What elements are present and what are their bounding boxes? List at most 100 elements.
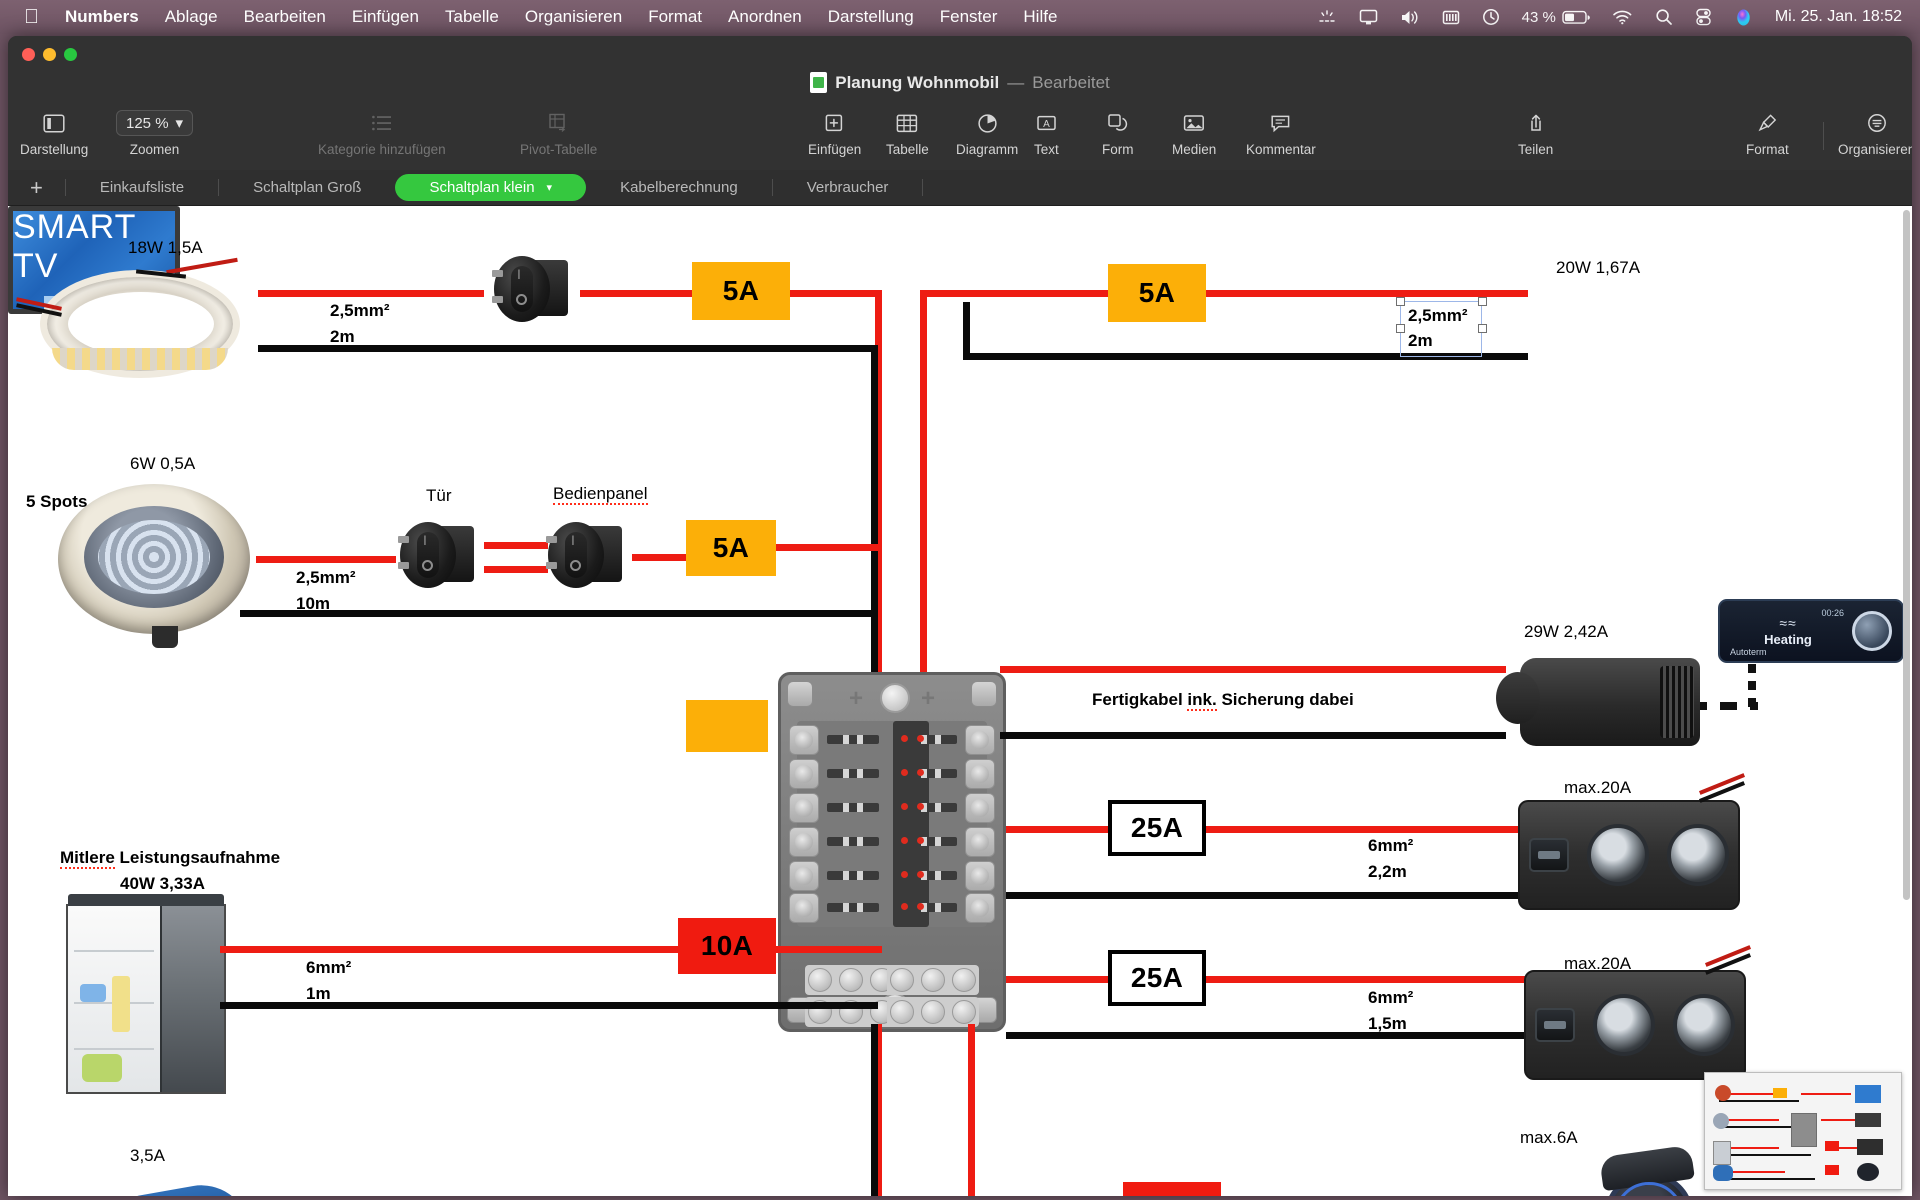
battery-status[interactable]: 43 % <box>1522 9 1590 26</box>
selection-handle-topleft[interactable] <box>1396 297 1405 306</box>
usb-socket-image-1[interactable] <box>1599 1144 1695 1196</box>
tv-cable-size-label: 2,5mm² <box>1408 306 1468 325</box>
text-button[interactable]: A Text <box>1034 108 1059 157</box>
socket2-cable-size-label: 6mm² <box>1368 988 1414 1007</box>
menu-item-organisieren[interactable]: Organisieren <box>525 7 622 27</box>
comment-button[interactable]: Kommentar <box>1246 108 1316 157</box>
shape-button[interactable]: Form <box>1102 108 1134 157</box>
window-titlebar: Planung Wohnmobil — Bearbeitet <box>8 36 1912 108</box>
add-category-label: Kategorie hinzufügen <box>318 142 446 157</box>
fuse-ledstrip[interactable]: 5A <box>692 262 790 320</box>
keyboard-brightness-icon[interactable] <box>1442 9 1460 26</box>
socket2-cable-length-label: 1,5m <box>1368 1014 1407 1033</box>
close-button[interactable] <box>22 48 35 61</box>
share-button[interactable]: Teilen <box>1518 108 1553 157</box>
page-title[interactable]: Planung Wohnmobil <box>835 73 999 93</box>
zoom-label: Zoomen <box>129 142 180 157</box>
power-socket-icon <box>1587 824 1649 886</box>
sheet-canvas[interactable]: 18W 1,5A 2,5mm² 2m 5A 5A 20W 1,6 <box>8 206 1912 1196</box>
table-button[interactable]: Tabelle <box>886 108 929 157</box>
fusebox-fuse-area <box>789 721 995 927</box>
fuse-socket1[interactable]: 25A <box>1108 800 1206 856</box>
toolbar-separator <box>1823 122 1824 150</box>
menubar-clock[interactable]: Mi. 25. Jan. 18:52 <box>1775 8 1902 26</box>
zoom-control[interactable]: 125 % ▾ Zoomen <box>116 108 194 157</box>
apple-icon[interactable]:  <box>24 7 39 27</box>
chart-button[interactable]: Diagramm <box>956 108 1018 157</box>
fuse-fridge[interactable]: 10A <box>678 918 776 974</box>
sheet-tab-bar: + Einkaufsliste Schaltplan Groß Schaltpl… <box>8 170 1912 206</box>
selection-handle-topright[interactable] <box>1478 297 1487 306</box>
menu-item-hilfe[interactable]: Hilfe <box>1023 7 1057 27</box>
add-sheet-button[interactable]: + <box>8 176 65 199</box>
wire-positive-heater <box>1000 666 1506 673</box>
chevron-down-icon[interactable]: ▾ <box>547 181 553 194</box>
sheet-tab-kabelberechnung[interactable]: Kabelberechnung <box>586 174 772 201</box>
diesel-heater-image[interactable] <box>1496 658 1700 746</box>
fusebox-terminal-bar <box>887 997 979 1027</box>
fuse-socket2[interactable]: 25A <box>1108 950 1206 1006</box>
heater-rating-label: 29W 2,42A <box>1524 622 1609 641</box>
organize-button[interactable]: Organisieren <box>1838 108 1912 157</box>
media-button[interactable]: Medien <box>1172 108 1216 157</box>
pivot-table-button[interactable]: Pivot-Tabelle <box>520 108 597 157</box>
sheet-thumbnail-overview[interactable] <box>1704 1072 1902 1190</box>
sheet-tab-schaltplan-gross[interactable]: Schaltplan Groß <box>219 174 395 201</box>
spots-cable-size-label: 2,5mm² <box>296 568 356 587</box>
menu-item-format[interactable]: Format <box>648 7 702 27</box>
vertical-scrollbar[interactable] <box>1903 210 1910 1170</box>
menu-item-numbers[interactable]: Numbers <box>65 7 139 27</box>
led-strip-image[interactable] <box>16 257 266 384</box>
wifi-icon[interactable] <box>1612 9 1633 25</box>
timemachine-icon[interactable] <box>1482 8 1500 26</box>
wire-positive-socket2-left <box>1006 976 1110 983</box>
view-button[interactable]: Darstellung <box>20 108 88 157</box>
sheet-tab-verbraucher[interactable]: Verbraucher <box>773 174 923 201</box>
svg-text:A: A <box>1043 119 1050 130</box>
zoom-value: 125 % <box>126 114 169 132</box>
sheet-tab-einkaufsliste[interactable]: Einkaufsliste <box>66 174 218 201</box>
socket-panel-2-image[interactable] <box>1524 970 1746 1080</box>
format-button[interactable]: Format <box>1746 108 1789 157</box>
add-category-button[interactable]: Kategorie hinzufügen <box>318 108 446 157</box>
menu-item-bearbeiten[interactable]: Bearbeiten <box>244 7 326 27</box>
heating-control-panel-image[interactable]: ≈≈ Heating 00:26 Autoterm <box>1718 599 1904 663</box>
fuse-spots[interactable]: 5A <box>686 520 776 576</box>
volume-icon[interactable] <box>1400 9 1420 26</box>
water-pump-image[interactable] <box>30 1168 280 1196</box>
insert-button[interactable]: Einfügen <box>808 108 861 157</box>
sheet-tab-schaltplan-klein[interactable]: Schaltplan klein ▾ <box>395 174 587 201</box>
fuse-usb[interactable]: 10A <box>1123 1182 1221 1196</box>
menu-item-ablage[interactable]: Ablage <box>165 7 218 27</box>
chart-pie-icon <box>977 110 998 136</box>
search-icon[interactable] <box>1655 8 1673 26</box>
wire-positive-fridge-2 <box>776 946 882 953</box>
brightness-icon[interactable] <box>1317 9 1337 25</box>
tab-divider <box>922 179 924 196</box>
socket-panel-1-image[interactable] <box>1518 800 1740 910</box>
display-icon[interactable] <box>1359 9 1378 26</box>
selection-handle-left[interactable] <box>1396 324 1405 333</box>
controlcenter-icon[interactable] <box>1695 8 1712 26</box>
fridge-image[interactable] <box>66 894 226 1094</box>
fuse-tv[interactable]: 5A <box>1108 264 1206 322</box>
heating-panel-knob[interactable] <box>1852 611 1892 651</box>
wire-positive-down-tv <box>920 290 927 680</box>
menu-item-anordnen[interactable]: Anordnen <box>728 7 802 27</box>
share-icon <box>1526 110 1546 136</box>
fuse-box-image[interactable]: + + <box>778 672 1006 1032</box>
siri-icon[interactable] <box>1734 8 1753 27</box>
selection-handle-right[interactable] <box>1478 324 1487 333</box>
menu-item-tabelle[interactable]: Tabelle <box>445 7 499 27</box>
led-spot-image[interactable] <box>58 484 250 648</box>
minimize-button[interactable] <box>43 48 56 61</box>
menu-item-darstellung[interactable]: Darstellung <box>828 7 914 27</box>
numbers-document-icon <box>810 72 828 93</box>
zoom-button[interactable] <box>64 48 77 61</box>
zoom-dropdown[interactable]: 125 % ▾ <box>116 110 194 136</box>
view-label: Darstellung <box>20 142 89 157</box>
tv-rating-label: 20W 1,67A <box>1556 258 1641 277</box>
comment-icon <box>1270 110 1291 136</box>
menu-item-einfuegen[interactable]: Einfügen <box>352 7 419 27</box>
menu-item-fenster[interactable]: Fenster <box>940 7 998 27</box>
